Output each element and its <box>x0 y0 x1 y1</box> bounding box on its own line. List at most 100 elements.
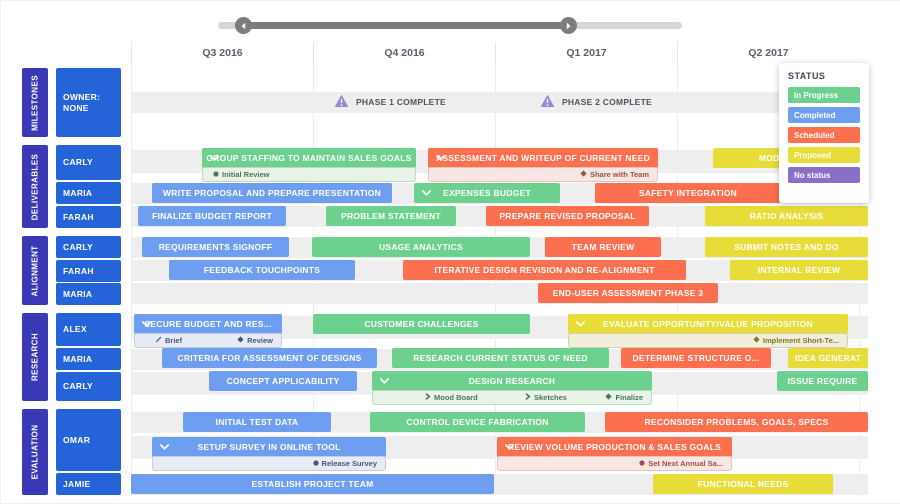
subitem-set-next-annual-sales[interactable]: Set Next Annual Sa... <box>639 457 723 470</box>
group-tab-alignment[interactable]: ALIGNMENT <box>22 236 48 305</box>
task-bar-label: FINALIZE BUDGET REPORT <box>152 211 272 221</box>
slider-handle-left[interactable] <box>235 17 252 34</box>
task-bar-criteria-assessment-designs[interactable]: CRITERIA FOR ASSESSMENT OF DESIGNS <box>162 348 377 368</box>
legend-chip-label: No status <box>794 170 831 180</box>
task-bar-feedback-touchpoints[interactable]: FEEDBACK TOUCHPOINTS <box>169 260 355 280</box>
subitem-review[interactable]: Review <box>237 334 273 347</box>
task-bar-concept-applicability[interactable]: CONCEPT APPLICABILITY <box>209 371 357 391</box>
task-subtrack-group-staffing[interactable]: Initial Review <box>202 167 416 182</box>
task-bar-label: REVIEW VOLUME PRODUCTION & SALES GOALS <box>507 442 722 452</box>
task-subtrack-review-volume-production[interactable]: Set Next Annual Sa... <box>497 456 732 471</box>
task-subtrack-evaluate-opportunity[interactable]: Implement Short-Te... <box>568 333 848 348</box>
task-bar-prepare-revised-proposal[interactable]: PREPARE REVISED PROPOSAL <box>486 206 649 226</box>
task-bar-usage-analytics[interactable]: USAGE ANALYTICS <box>312 237 530 257</box>
task-bar-requirements-signoff[interactable]: REQUIREMENTS SIGNOFF <box>142 237 289 257</box>
task-bar-idea-generation[interactable]: IDEA GENERAT <box>788 348 868 368</box>
owner-cell-alignment-carly[interactable]: CARLY <box>56 236 121 258</box>
left-hairline <box>0 0 1 504</box>
task-subtrack-design-research[interactable]: Mood Board Sketches Finalize <box>372 390 652 405</box>
owner-cell-milestones-none[interactable]: OWNER: NONE <box>56 68 121 137</box>
task-bar-finalize-budget-report[interactable]: FINALIZE BUDGET REPORT <box>138 206 286 226</box>
quarter-header-q4-2016[interactable]: Q4 2016 <box>313 42 495 66</box>
task-bar-label: ITERATIVE DESIGN REVISION AND RE-ALIGNME… <box>434 265 655 275</box>
task-bar-assessment-writeup[interactable]: ASSESSMENT AND WRITEUP OF CURRENT NEED <box>428 148 658 168</box>
task-bar-iterative-design-revision[interactable]: ITERATIVE DESIGN REVISION AND RE-ALIGNME… <box>403 260 686 280</box>
owner-cell-evaluation-omar[interactable]: OMAR <box>56 409 121 471</box>
task-bar-research-current-status[interactable]: RESEARCH CURRENT STATUS OF NEED <box>392 348 609 368</box>
legend-chip-in-progress[interactable]: In Progress <box>788 87 860 103</box>
task-bar-expenses-budget[interactable]: EXPENSES BUDGET <box>414 183 560 203</box>
milestone-phase-1-complete[interactable]: PHASE 1 COMPLETE <box>334 92 446 112</box>
task-bar-end-user-assessment-phase-3[interactable]: END-USER ASSESSMENT PHASE 3 <box>538 283 718 303</box>
task-bar-label: RESEARCH CURRENT STATUS OF NEED <box>413 353 588 363</box>
group-tab-milestones[interactable]: MILESTONES <box>22 68 48 137</box>
task-bar-setup-survey-online[interactable]: SETUP SURVEY IN ONLINE TOOL <box>152 437 386 457</box>
task-bar-write-proposal[interactable]: WRITE PROPOSAL AND PREPARE PRESENTATION <box>152 183 392 203</box>
subitem-mood-board[interactable]: Mood Board <box>425 391 478 404</box>
chevron-down-icon[interactable] <box>380 378 389 384</box>
task-bar-submit-notes-and-do[interactable]: SUBMIT NOTES AND DO <box>705 237 868 257</box>
quarter-header-q1-2017[interactable]: Q1 2017 <box>495 42 677 66</box>
group-tab-deliverables[interactable]: DELIVERABLES <box>22 145 48 228</box>
subitem-sketches[interactable]: Sketches <box>525 391 567 404</box>
legend-chip-scheduled[interactable]: Scheduled <box>788 127 860 143</box>
subitem-share-with-team[interactable]: Share with Team <box>580 168 649 181</box>
legend-chip-proposed[interactable]: Proposed <box>788 147 860 163</box>
owner-cell-deliverables-carly[interactable]: CARLY <box>56 145 121 180</box>
chevron-down-icon[interactable] <box>436 155 445 161</box>
subitem-release-survey[interactable]: Release Survey <box>312 457 377 470</box>
owner-cell-research-carly[interactable]: CARLY <box>56 372 121 401</box>
task-bar-ratio-analysis[interactable]: RATIO ANALYSIS <box>705 206 868 226</box>
task-bar-problem-statement[interactable]: PROBLEM STATEMENT <box>326 206 456 226</box>
task-bar-team-review[interactable]: TEAM REVIEW <box>545 237 661 257</box>
group-tab-research[interactable]: RESEARCH <box>22 313 48 401</box>
timeline-range-slider[interactable] <box>0 0 900 40</box>
task-bar-initial-test-data[interactable]: INITIAL TEST DATA <box>183 412 331 432</box>
slider-handle-right[interactable] <box>560 17 577 34</box>
chevron-down-icon[interactable] <box>142 321 151 327</box>
owner-cell-deliverables-maria[interactable]: MARIA <box>56 182 121 204</box>
owner-cell-evaluation-jamie[interactable]: JAMIE <box>56 473 121 495</box>
subitem-implement-short-term[interactable]: Implement Short-Te... <box>753 334 839 347</box>
task-bar-secure-budget[interactable]: SECURE BUDGET AND RES... <box>134 314 282 334</box>
task-bar-reconsider-problems[interactable]: RECONSIDER PROBLEMS, GOALS, SPECS <box>605 412 868 432</box>
task-subtrack-setup-survey-online[interactable]: Release Survey <box>152 456 386 471</box>
task-subtrack-secure-budget[interactable]: Brief Review <box>134 333 282 348</box>
task-bar-label: TEAM REVIEW <box>571 242 635 252</box>
task-bar-evaluate-opportunity[interactable]: EVALUATE OPPORTUNITY/VALUE PROPOSITION <box>568 314 848 334</box>
task-bar-review-volume-production[interactable]: REVIEW VOLUME PRODUCTION & SALES GOALS <box>497 437 732 457</box>
chevron-down-icon[interactable] <box>160 444 169 450</box>
owner-cell-research-maria[interactable]: MARIA <box>56 348 121 370</box>
subitem-initial-review[interactable]: Initial Review <box>213 168 270 181</box>
task-bar-label: REQUIREMENTS SIGNOFF <box>158 242 273 252</box>
task-bar-functional-needs[interactable]: FUNCTIONAL NEEDS <box>653 474 833 494</box>
task-bar-safety-integration[interactable]: SAFETY INTEGRATION <box>595 183 781 203</box>
owner-cell-alignment-farah[interactable]: FARAH <box>56 260 121 282</box>
task-bar-establish-project-team[interactable]: ESTABLISH PROJECT TEAM <box>131 474 494 494</box>
task-bar-control-device-fabrication[interactable]: CONTROL DEVICE FABRICATION <box>370 412 585 432</box>
owner-cell-alignment-maria[interactable]: MARIA <box>56 283 121 305</box>
owner-cell-research-alex[interactable]: ALEX <box>56 313 121 346</box>
task-bar-issue-requirements[interactable]: ISSUE REQUIRE <box>777 371 868 391</box>
chevron-down-icon[interactable] <box>576 321 585 327</box>
chevron-down-icon[interactable] <box>505 444 514 450</box>
task-bar-label: CUSTOMER CHALLENGES <box>364 319 479 329</box>
task-bar-determine-structure[interactable]: DETERMINE STRUCTURE O... <box>621 348 771 368</box>
milestone-phase-2-complete[interactable]: PHASE 2 COMPLETE <box>540 92 652 112</box>
group-tab-evaluation[interactable]: EVALUATION <box>22 409 48 495</box>
task-bar-group-staffing[interactable]: GROUP STAFFING TO MAINTAIN SALES GOALS <box>202 148 416 168</box>
subitem-brief[interactable]: Brief <box>155 334 182 347</box>
subitem-finalize[interactable]: Finalize <box>605 391 643 404</box>
task-bar-label: RECONSIDER PROBLEMS, GOALS, SPECS <box>644 417 829 427</box>
legend-chip-no-status[interactable]: No status <box>788 167 860 183</box>
slider-selected-range[interactable] <box>243 22 568 29</box>
chevron-down-icon[interactable] <box>422 190 431 196</box>
task-bar-internal-review[interactable]: INTERNAL REVIEW <box>730 260 868 280</box>
task-bar-design-research[interactable]: DESIGN RESEARCH <box>372 371 652 391</box>
task-bar-customer-challenges[interactable]: CUSTOMER CHALLENGES <box>313 314 530 334</box>
chevron-down-icon[interactable] <box>210 155 219 161</box>
task-subtrack-assessment-writeup[interactable]: Share with Team <box>428 167 658 182</box>
owner-cell-deliverables-farah[interactable]: FARAH <box>56 206 121 228</box>
legend-chip-completed[interactable]: Completed <box>788 107 860 123</box>
quarter-header-q3-2016[interactable]: Q3 2016 <box>131 42 313 66</box>
